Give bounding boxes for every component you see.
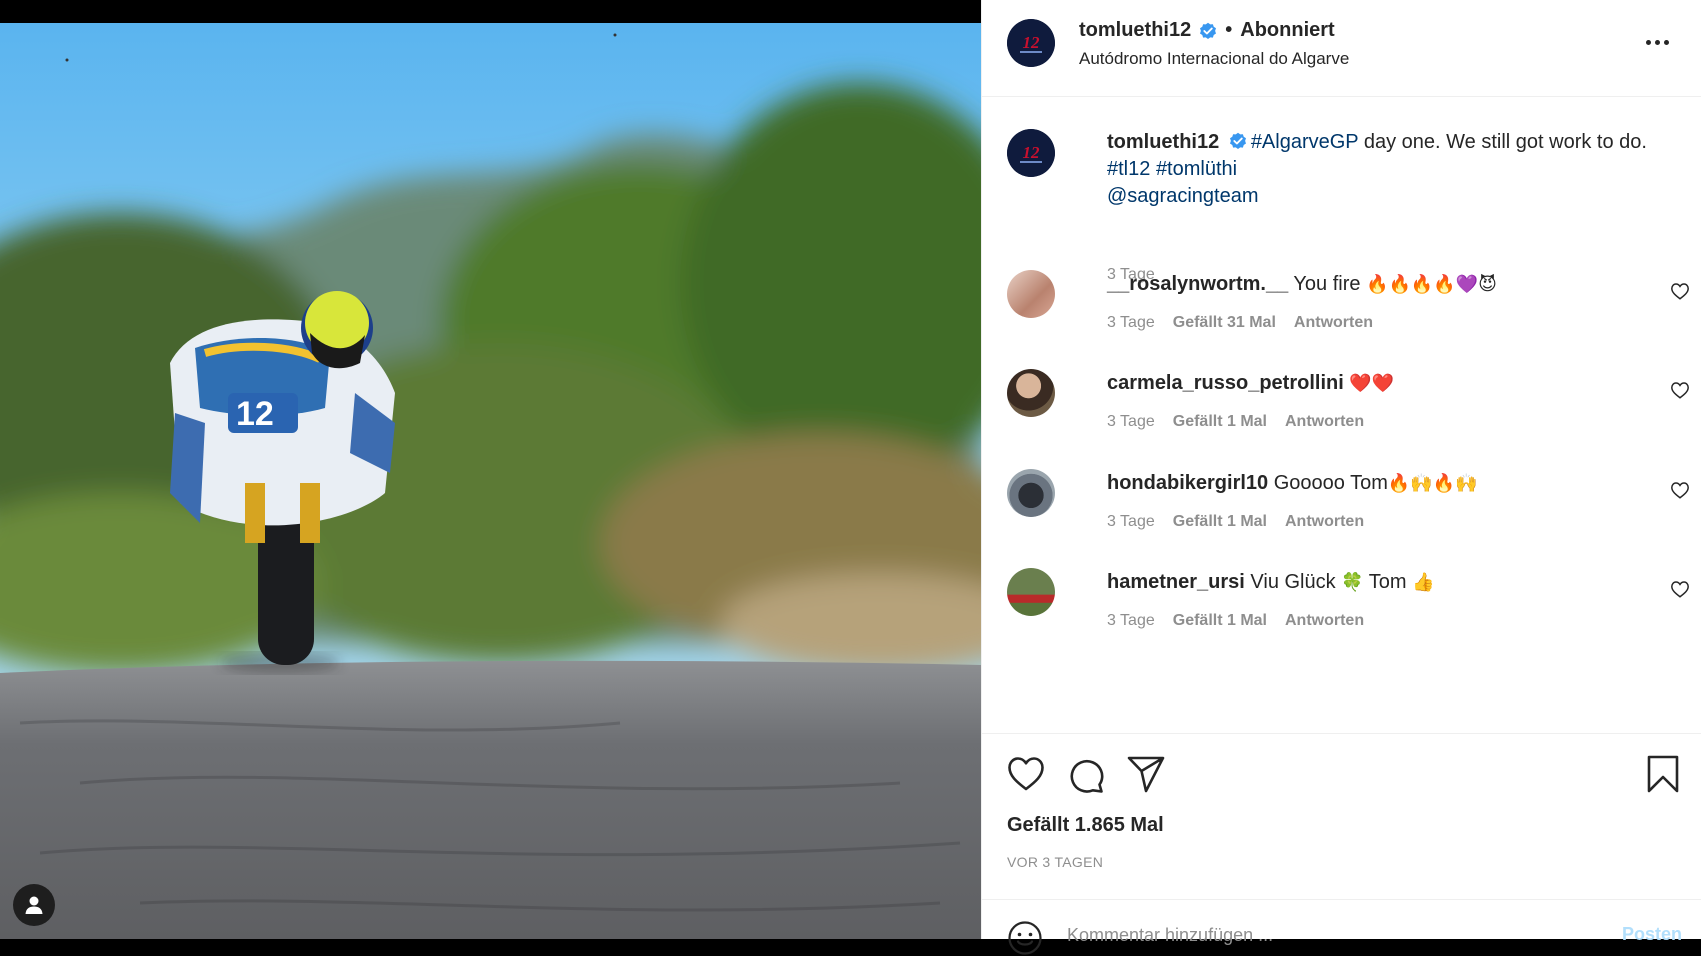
likes-count[interactable]: Gefällt 1.865 Mal <box>1007 814 1164 837</box>
comment-likes[interactable]: Gefällt 31 Mal <box>1173 314 1276 332</box>
comment-item: hametner_ursi Viu Glück 🍀 Tom 👍 3 Tage G… <box>1007 568 1697 658</box>
commenter-avatar[interactable] <box>1007 369 1055 417</box>
comment-meta: 3 Tage Gefällt 31 Mal Antworten <box>1107 314 1373 332</box>
mention-link[interactable]: @sagracingteam <box>1107 185 1258 207</box>
comment-meta: 3 Tage Gefällt 1 Mal Antworten <box>1107 413 1364 431</box>
author-avatar[interactable]: 12 <box>1007 19 1055 67</box>
reply-button[interactable]: Antworten <box>1285 612 1364 630</box>
commenter-username[interactable]: __rosalynwortm.__ <box>1107 273 1288 295</box>
post-timestamp[interactable]: VOR 3 TAGEN <box>1007 854 1103 870</box>
comment-emoji: 👍 <box>1412 572 1435 593</box>
hashtag-link[interactable]: #tomlüthi <box>1156 158 1237 180</box>
comment-body: Gooooo Tom <box>1268 472 1388 494</box>
comment-time[interactable]: 3 Tage <box>1107 314 1155 332</box>
comment-body: Viu Glück <box>1244 571 1342 593</box>
add-comment-bar: Posten <box>982 899 1701 955</box>
emoji-icon[interactable] <box>1007 920 1043 956</box>
comment-item: __rosalynwortm.__ You fire 🔥🔥🔥🔥💜😈 3 Tage… <box>1007 270 1697 360</box>
tl12-logo-icon: 12 <box>1007 129 1055 177</box>
post-photo: 12 <box>0 23 981 939</box>
commenter-username[interactable]: hondabikergirl10 <box>1107 472 1268 494</box>
comment-item: hondabikergirl10 Gooooo Tom🔥🙌🔥🙌 3 Tage G… <box>1007 469 1697 559</box>
commenter-username[interactable]: carmela_russo_petrollini <box>1107 372 1344 394</box>
comment-heart-icon[interactable] <box>1670 381 1690 399</box>
post-media[interactable]: 12 <box>0 0 981 939</box>
follow-button[interactable]: Abonniert <box>1240 19 1334 42</box>
comment-heart-icon[interactable] <box>1670 580 1690 598</box>
verified-badge-icon <box>1229 132 1246 149</box>
comment-likes[interactable]: Gefällt 1 Mal <box>1173 413 1267 431</box>
comment-emoji: ❤️❤️ <box>1349 373 1395 394</box>
bookmark-icon[interactable] <box>1643 754 1683 794</box>
post-side-panel: 12 tomluethi12 • Abonniert Autódromo Int… <box>981 0 1701 955</box>
reply-button[interactable]: Antworten <box>1294 314 1373 332</box>
comment-body: Tom <box>1363 571 1413 593</box>
reply-button[interactable]: Antworten <box>1285 413 1364 431</box>
post-header: 12 tomluethi12 • Abonniert Autódromo Int… <box>982 0 1701 97</box>
post-location[interactable]: Autódromo Internacional do Algarve <box>1079 49 1349 69</box>
more-options-button[interactable] <box>1646 33 1676 51</box>
heart-icon[interactable] <box>1006 754 1046 794</box>
comment-meta: 3 Tage Gefällt 1 Mal Antworten <box>1107 612 1364 630</box>
comment-input[interactable] <box>1067 922 1547 948</box>
comment-text: hondabikergirl10 Gooooo Tom🔥🙌🔥🙌 <box>1107 469 1478 498</box>
caption-username[interactable]: tomluethi12 <box>1107 131 1219 153</box>
comments-list[interactable]: 12 tomluethi12 #AlgarveGP day one. We st… <box>982 97 1701 733</box>
comment-time[interactable]: 3 Tage <box>1107 612 1155 630</box>
comment-time[interactable]: 3 Tage <box>1107 513 1155 531</box>
comment-body: You fire <box>1288 273 1367 295</box>
comment-text: hametner_ursi Viu Glück 🍀 Tom 👍 <box>1107 568 1435 597</box>
paper-plane-icon[interactable] <box>1126 754 1166 794</box>
comment-emoji: 🔥🙌🔥🙌 <box>1387 473 1478 494</box>
author-username[interactable]: tomluethi12 <box>1079 19 1191 42</box>
commenter-avatar[interactable] <box>1007 270 1055 318</box>
media-top-bar <box>0 0 981 23</box>
comment-heart-icon[interactable] <box>1670 481 1690 499</box>
commenter-avatar[interactable] <box>1007 568 1055 616</box>
hashtag-link[interactable]: #AlgarveGP <box>1251 131 1358 153</box>
comment-meta: 3 Tage Gefällt 1 Mal Antworten <box>1107 513 1364 531</box>
svg-text:12: 12 <box>236 395 274 433</box>
svg-text:12: 12 <box>1023 33 1041 52</box>
comment-text: __rosalynwortm.__ You fire 🔥🔥🔥🔥💜😈 <box>1107 270 1497 299</box>
comment-emoji: 🔥🔥🔥🔥💜😈 <box>1366 274 1497 295</box>
caption-body: day one. We still got work to do. <box>1358 131 1647 153</box>
tl12-logo-icon: 12 <box>1007 19 1055 67</box>
more-dot <box>1655 39 1660 45</box>
svg-text:12: 12 <box>1023 143 1041 162</box>
commenter-username[interactable]: hametner_ursi <box>1107 571 1245 593</box>
reply-button[interactable]: Antworten <box>1285 513 1364 531</box>
comment-time[interactable]: 3 Tage <box>1107 413 1155 431</box>
hashtag-link[interactable]: #tl12 <box>1107 158 1150 180</box>
post-actions: Gefällt 1.865 Mal VOR 3 TAGEN <box>982 733 1701 899</box>
separator-dot: • <box>1225 19 1233 41</box>
comment-likes[interactable]: Gefällt 1 Mal <box>1173 513 1267 531</box>
comment-text: carmela_russo_petrollini ❤️❤️ <box>1107 369 1394 398</box>
more-dot <box>1664 39 1669 45</box>
caption-author-avatar[interactable]: 12 <box>1007 129 1055 177</box>
author-line: tomluethi12 • Abonniert <box>1079 19 1335 42</box>
commenter-avatar[interactable] <box>1007 469 1055 517</box>
comment-likes[interactable]: Gefällt 1 Mal <box>1173 612 1267 630</box>
post-comment-button[interactable]: Posten <box>1622 924 1682 945</box>
verified-badge-icon <box>1200 22 1217 39</box>
comment-item: carmela_russo_petrollini ❤️❤️ 3 Tage Gef… <box>1007 369 1697 459</box>
comment-emoji: 🍀 <box>1341 572 1364 593</box>
user-icon <box>25 896 43 914</box>
caption-text: tomluethi12 #AlgarveGP day one. We still… <box>1107 129 1677 210</box>
comment-icon[interactable] <box>1066 754 1106 794</box>
comment-heart-icon[interactable] <box>1670 282 1690 300</box>
more-dots-icon <box>1646 39 1651 45</box>
user-tags-button[interactable] <box>13 884 55 926</box>
